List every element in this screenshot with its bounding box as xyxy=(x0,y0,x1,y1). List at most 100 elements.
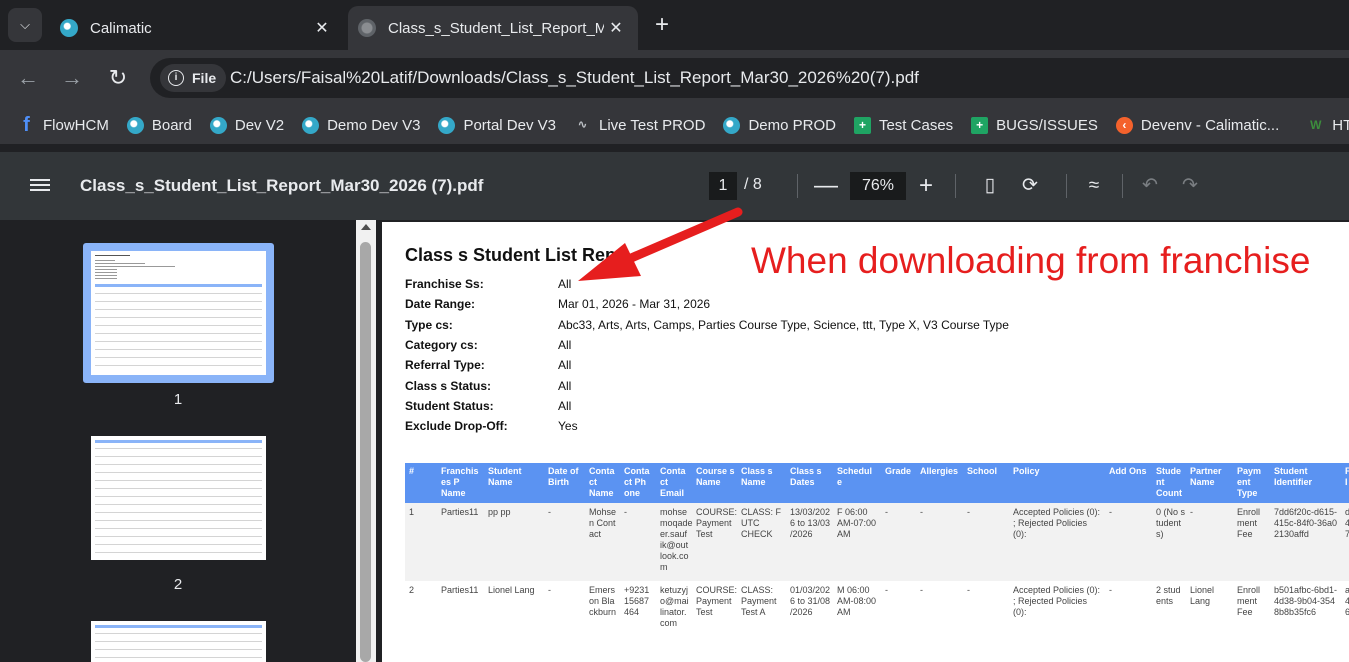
zoom-out-icon[interactable]: — xyxy=(814,174,838,198)
thumbnail-scrollbar[interactable] xyxy=(356,220,376,662)
new-tab-button[interactable]: + xyxy=(648,12,676,40)
table-cell: d 4 7 xyxy=(1345,507,1349,539)
table-row: 1 Parties11 pp pp - Mohse n Cont act - mohse m… xyxy=(405,503,1349,581)
page-thumbnail-1[interactable] xyxy=(91,251,266,375)
bookmark-dev-v2[interactable]: Dev V2 xyxy=(209,116,284,134)
bookmark-label: Live Test PROD xyxy=(599,116,706,134)
tab-calimatic[interactable]: Calimatic ✕ xyxy=(48,6,344,50)
column-header: Student Name xyxy=(488,466,522,487)
bookmark-demo-dev-v3[interactable]: Demo Dev V3 xyxy=(302,116,421,134)
redo-icon[interactable]: ↷ xyxy=(1178,174,1202,198)
bookmark-bugs-issues[interactable]: + BUGS/ISSUES xyxy=(971,116,1098,134)
bookmark-live-test-prod[interactable]: ∿ Live Test PROD xyxy=(574,116,706,134)
bookmark-flowhcm[interactable]: f FlowHCM xyxy=(18,113,109,136)
bookmark-devenv[interactable]: ‹ Devenv - Calimatic... xyxy=(1115,116,1279,134)
tab-search-button[interactable]: ⌵ xyxy=(8,8,42,42)
table-cell: a 4 6 xyxy=(1345,585,1349,617)
table-header: # Franchis es P Name Student Name Date of B… xyxy=(405,463,1349,503)
bookmark-portal-dev-v3[interactable]: Portal Dev V3 xyxy=(438,116,556,134)
chevron-down-icon: ⌵ xyxy=(20,17,30,32)
table-cell: 7dd6f20c-d615- 415c-84f0-36a0 2130affd xyxy=(1274,507,1338,539)
undo-icon[interactable]: ↶ xyxy=(1138,174,1162,198)
address-bar[interactable]: i File C:/Users/Faisal%20Latif/Downloads… xyxy=(150,58,1349,98)
divider xyxy=(955,174,956,198)
scroll-up-arrow-icon[interactable] xyxy=(361,224,371,230)
column-header: Allergies xyxy=(920,466,959,476)
table-cell: Enroll ment Fee xyxy=(1237,507,1261,539)
sheets-icon: + xyxy=(853,116,871,134)
page-thumbnail-2[interactable] xyxy=(91,436,266,560)
bookmark-label: Demo Dev V3 xyxy=(327,116,421,134)
globe-icon xyxy=(209,116,227,134)
filter-value: All xyxy=(558,358,572,373)
filter-label: Exclude Drop-Off: xyxy=(405,419,508,434)
zoom-input[interactable]: 76% xyxy=(850,172,906,200)
bookmark-board[interactable]: Board xyxy=(126,116,192,134)
table-cell: b501afbc-6bd1- 4d38-9b04-354 8b8b35fc6 xyxy=(1274,585,1338,617)
table-cell: - xyxy=(885,585,888,595)
back-icon[interactable]: ← xyxy=(14,64,42,92)
fit-page-icon[interactable]: ▯ xyxy=(978,174,1002,198)
file-chip[interactable]: i File xyxy=(160,64,227,92)
tab-report-pdf[interactable]: Class_s_Student_List_Report_Ma ✕ xyxy=(348,6,638,50)
thumbnail-label: 1 xyxy=(173,391,183,408)
table-cell: Mohse n Cont act xyxy=(589,507,617,539)
column-header: Class s Name xyxy=(741,466,773,487)
bookmark-label: FlowHCM xyxy=(43,116,109,134)
table-cell: - xyxy=(920,585,923,595)
filter-label: Student Status: xyxy=(405,398,494,413)
wave-icon: ∿ xyxy=(577,118,588,131)
table-cell: Lionel Lang xyxy=(488,585,535,595)
menu-icon[interactable] xyxy=(30,176,50,196)
column-header: Student Identifier xyxy=(1274,466,1313,487)
page-number-input[interactable]: 1 xyxy=(709,172,737,200)
table-cell: 2 xyxy=(409,585,415,595)
forward-icon[interactable]: → xyxy=(58,64,86,92)
thumbnail-label: 2 xyxy=(173,576,183,593)
column-header: School xyxy=(967,466,998,476)
table-cell: - xyxy=(967,507,970,517)
sheets-icon: + xyxy=(971,116,989,134)
table-cell: - xyxy=(1190,507,1193,517)
url-text[interactable]: C:/Users/Faisal%20Latif/Downloads/Class_… xyxy=(230,68,919,88)
close-icon[interactable]: ✕ xyxy=(310,18,334,38)
rotate-icon[interactable]: ⟳ xyxy=(1018,174,1042,198)
bookmark-demo-prod[interactable]: Demo PROD xyxy=(723,116,836,134)
scroll-thumb[interactable] xyxy=(360,242,371,662)
pdf-title: Class_s_Student_List_Report_Mar30_2026 (… xyxy=(80,176,484,195)
table-cell: Accepted Policies (0): ; Rejected Polici… xyxy=(1013,507,1101,539)
bookmark-label: Test Cases xyxy=(878,116,954,134)
column-header: Franchis es P Name xyxy=(441,466,479,498)
globe-icon xyxy=(60,19,78,37)
divider xyxy=(1066,174,1067,198)
page-thumbnail-3[interactable] xyxy=(91,621,266,662)
globe-icon xyxy=(126,116,144,134)
table-cell: CLASS: Payment Test A xyxy=(741,585,777,617)
table-cell: COURSE: Payment Test xyxy=(696,585,738,617)
draw-icon[interactable]: ≈ xyxy=(1082,174,1106,198)
bookmark-test-cases[interactable]: + Test Cases xyxy=(853,116,954,134)
filter-value: All xyxy=(558,378,572,393)
table-cell: - xyxy=(548,507,551,517)
column-header: Conta ct Email xyxy=(660,466,686,498)
bookmark-ht[interactable]: W HT xyxy=(1307,117,1349,134)
table-cell: CLASS: F UTC CHECK xyxy=(741,507,782,539)
table-cell: - xyxy=(624,507,627,517)
column-header: Policy xyxy=(1013,466,1040,476)
column-header: Add Ons xyxy=(1109,466,1147,476)
globe-icon xyxy=(723,116,741,134)
flowhcm-f-icon: f xyxy=(23,113,30,136)
column-header: Stude nt Count xyxy=(1156,466,1182,498)
page-total: / 8 xyxy=(744,176,762,193)
table-cell: 0 (No s tudent s) xyxy=(1156,507,1186,539)
reload-icon[interactable]: ↻ xyxy=(104,64,132,92)
devenv-icon: ‹ xyxy=(1115,116,1133,134)
table-cell: 01/03/202 6 to 31/08 /2026 xyxy=(790,585,831,617)
table-cell: Emers on Bla ckburn xyxy=(589,585,617,617)
browser-toolbar: ← → ↻ i File C:/Users/Faisal%20Latif/Dow… xyxy=(0,50,1349,106)
bookmark-label: Portal Dev V3 xyxy=(463,116,556,134)
table-cell: - xyxy=(1109,585,1112,595)
zoom-in-icon[interactable]: + xyxy=(919,172,933,200)
thumbnail-sidebar: 1 2 xyxy=(0,220,356,662)
close-icon[interactable]: ✕ xyxy=(604,18,628,38)
